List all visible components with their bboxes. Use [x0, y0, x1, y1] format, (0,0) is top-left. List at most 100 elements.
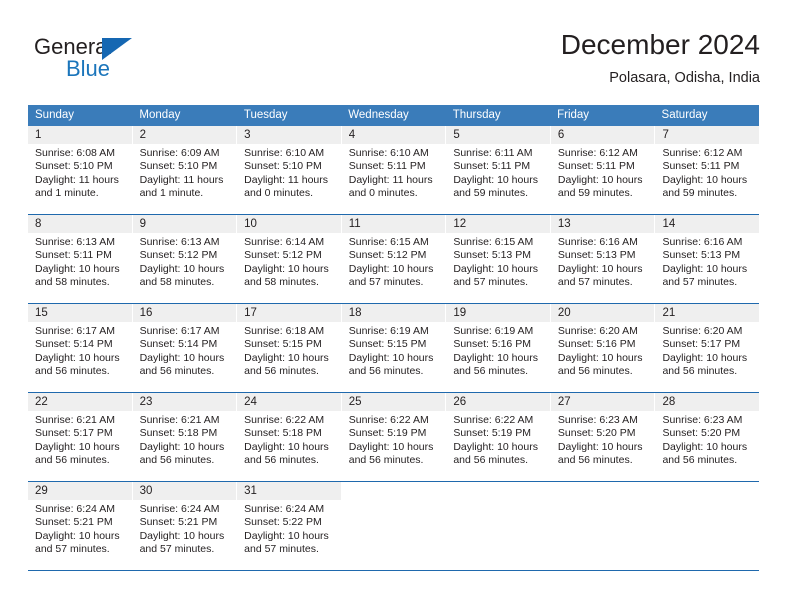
daylight-text-line1: Daylight: 10 hours	[244, 262, 329, 275]
day-info: Sunrise: 6:22 AM Sunset: 5:19 PM Daylight:…	[446, 411, 550, 468]
calendar-day-cell[interactable]: 23 Sunrise: 6:21 AM Sunset: 5:18 PM Dayligh…	[132, 393, 238, 481]
day-number-band: 11	[341, 215, 446, 233]
sunrise-text: Sunrise: 6:16 AM	[557, 236, 638, 248]
calendar-empty-cell	[342, 482, 447, 570]
sunset-text: Sunset: 5:20 PM	[557, 427, 636, 440]
calendar-day-cell[interactable]: 20 Sunrise: 6:20 AM Sunset: 5:16 PM Dayligh…	[550, 304, 656, 392]
generalblue-logo[interactable]: General Blue	[34, 34, 174, 86]
day-info	[551, 500, 655, 503]
calendar-day-cell[interactable]: 17 Sunrise: 6:18 AM Sunset: 5:15 PM Dayligh…	[237, 304, 342, 392]
day-number: 13	[557, 218, 571, 230]
daylight-text-line2: and 56 minutes.	[348, 365, 424, 378]
daylight-text-line2: and 56 minutes.	[348, 454, 424, 467]
sunrise-text: Sunrise: 6:23 AM	[557, 414, 638, 426]
sunset-text: Sunset: 5:11 PM	[348, 160, 426, 173]
daylight-text-line2: and 57 minutes.	[35, 543, 110, 556]
sunrise-text: Sunrise: 6:17 AM	[139, 325, 220, 337]
calendar-day-cell[interactable]: 3 Sunrise: 6:10 AM Sunset: 5:10 PM Daylight…	[237, 126, 342, 214]
sunset-text: Sunset: 5:12 PM	[348, 249, 427, 262]
day-info: Sunrise: 6:21 AM Sunset: 5:18 PM Daylight:…	[133, 411, 237, 468]
sunrise-text: Sunrise: 6:12 AM	[662, 147, 743, 159]
calendar-day-cell[interactable]: 8 Sunrise: 6:13 AM Sunset: 5:11 PM Daylight…	[28, 215, 133, 303]
calendar-page: General Blue December 2024 Polasara, Odi…	[0, 0, 792, 612]
daylight-text-line2: and 58 minutes.	[244, 276, 319, 289]
day-number: 24	[244, 396, 257, 408]
calendar-day-cell[interactable]: 27 Sunrise: 6:23 AM Sunset: 5:20 PM Dayligh…	[550, 393, 656, 481]
sunset-text: Sunset: 5:10 PM	[35, 160, 113, 173]
weekday-header-friday: Friday	[557, 109, 590, 121]
calendar-day-cell[interactable]: 4 Sunrise: 6:10 AM Sunset: 5:11 PM Daylight…	[341, 126, 447, 214]
calendar-day-cell[interactable]: 9 Sunrise: 6:13 AM Sunset: 5:12 PM Daylight…	[132, 215, 238, 303]
page-title: December 2024	[560, 29, 760, 60]
sunset-text: Sunset: 5:18 PM	[244, 427, 322, 440]
day-number: 28	[662, 396, 676, 408]
calendar-day-cell[interactable]: 1 Sunrise: 6:08 AM Sunset: 5:10 PM Daylight…	[28, 126, 133, 214]
day-number-band	[342, 482, 446, 500]
location-subtitle: Polasara, Odisha, India	[609, 70, 760, 86]
daylight-text-line1: Daylight: 10 hours	[557, 440, 643, 453]
calendar-day-cell[interactable]: 14 Sunrise: 6:16 AM Sunset: 5:13 PM Dayligh…	[655, 215, 760, 303]
calendar-day-cell[interactable]: 10 Sunrise: 6:14 AM Sunset: 5:12 PM Dayligh…	[237, 215, 342, 303]
day-number-band: 17	[237, 304, 341, 322]
calendar-day-cell[interactable]: 11 Sunrise: 6:15 AM Sunset: 5:12 PM Dayligh…	[341, 215, 447, 303]
day-info: Sunrise: 6:24 AM Sunset: 5:21 PM Daylight:…	[28, 500, 132, 557]
day-info: Sunrise: 6:19 AM Sunset: 5:16 PM Daylight:…	[446, 322, 550, 379]
day-info: Sunrise: 6:16 AM Sunset: 5:13 PM Daylight:…	[655, 233, 759, 290]
calendar-week-row: 15 Sunrise: 6:17 AM Sunset: 5:14 PM Dayligh…	[28, 303, 760, 392]
day-number-band: 21	[655, 304, 760, 322]
daylight-text-line2: and 56 minutes.	[139, 454, 215, 467]
day-info: Sunrise: 6:22 AM Sunset: 5:19 PM Daylight:…	[342, 411, 446, 468]
daylight-text-line1: Daylight: 11 hours	[139, 173, 224, 186]
sunset-text: Sunset: 5:16 PM	[557, 338, 636, 351]
calendar-day-cell[interactable]: 22 Sunrise: 6:21 AM Sunset: 5:17 PM Dayligh…	[28, 393, 133, 481]
calendar-week-cells: 29 Sunrise: 6:24 AM Sunset: 5:21 PM Dayligh…	[28, 482, 759, 570]
day-number-band: 22	[28, 393, 132, 411]
sunrise-text: Sunrise: 6:13 AM	[35, 236, 115, 248]
calendar-day-cell[interactable]: 13 Sunrise: 6:16 AM Sunset: 5:13 PM Dayligh…	[550, 215, 656, 303]
daylight-text-line2: and 56 minutes.	[662, 365, 738, 378]
day-info: Sunrise: 6:24 AM Sunset: 5:22 PM Daylight:…	[237, 500, 341, 557]
sunrise-text: Sunrise: 6:20 AM	[557, 325, 638, 337]
grid-bottom-rule	[28, 570, 759, 571]
sunset-text: Sunset: 5:10 PM	[244, 160, 322, 173]
calendar-day-cell[interactable]: 7 Sunrise: 6:12 AM Sunset: 5:11 PM Daylight…	[655, 126, 760, 214]
calendar-day-cell[interactable]: 29 Sunrise: 6:24 AM Sunset: 5:21 PM Dayligh…	[28, 482, 133, 570]
calendar-day-cell[interactable]: 12 Sunrise: 6:15 AM Sunset: 5:13 PM Dayligh…	[446, 215, 551, 303]
daylight-text-line1: Daylight: 10 hours	[244, 440, 329, 453]
calendar-day-cell[interactable]: 16 Sunrise: 6:17 AM Sunset: 5:14 PM Dayligh…	[132, 304, 238, 392]
calendar-day-cell[interactable]: 25 Sunrise: 6:22 AM Sunset: 5:19 PM Dayligh…	[341, 393, 447, 481]
calendar-day-cell[interactable]: 30 Sunrise: 6:24 AM Sunset: 5:21 PM Dayligh…	[132, 482, 238, 570]
day-info: Sunrise: 6:15 AM Sunset: 5:12 PM Daylight:…	[342, 233, 446, 290]
calendar-day-cell[interactable]: 26 Sunrise: 6:22 AM Sunset: 5:19 PM Dayligh…	[446, 393, 551, 481]
sunset-text: Sunset: 5:17 PM	[35, 427, 113, 440]
calendar-day-cell[interactable]: 18 Sunrise: 6:19 AM Sunset: 5:15 PM Dayligh…	[341, 304, 447, 392]
sunrise-text: Sunrise: 6:20 AM	[662, 325, 743, 337]
calendar-day-cell[interactable]: 31 Sunrise: 6:24 AM Sunset: 5:22 PM Dayligh…	[237, 482, 342, 570]
day-number-band: 15	[28, 304, 132, 322]
daylight-text-line1: Daylight: 10 hours	[139, 440, 225, 453]
calendar-day-cell[interactable]: 6 Sunrise: 6:12 AM Sunset: 5:11 PM Daylight…	[550, 126, 656, 214]
day-number: 10	[244, 218, 257, 230]
calendar-day-cell[interactable]: 21 Sunrise: 6:20 AM Sunset: 5:17 PM Dayligh…	[655, 304, 760, 392]
daylight-text-line2: and 57 minutes.	[662, 276, 738, 289]
calendar-day-cell[interactable]: 5 Sunrise: 6:11 AM Sunset: 5:11 PM Daylight…	[446, 126, 551, 214]
calendar-day-cell[interactable]: 15 Sunrise: 6:17 AM Sunset: 5:14 PM Dayligh…	[28, 304, 133, 392]
day-number: 21	[662, 307, 676, 319]
weekday-header-sunday: Sunday	[35, 109, 75, 121]
calendar-day-cell[interactable]: 19 Sunrise: 6:19 AM Sunset: 5:16 PM Dayligh…	[446, 304, 551, 392]
sunrise-text: Sunrise: 6:21 AM	[35, 414, 115, 426]
day-info: Sunrise: 6:11 AM Sunset: 5:11 PM Daylight:…	[446, 144, 550, 201]
day-info: Sunrise: 6:16 AM Sunset: 5:13 PM Daylight:…	[551, 233, 655, 290]
sunrise-text: Sunrise: 6:22 AM	[453, 414, 534, 426]
sunrise-text: Sunrise: 6:16 AM	[662, 236, 743, 248]
daylight-text-line1: Daylight: 10 hours	[662, 173, 748, 186]
sunrise-text: Sunrise: 6:24 AM	[244, 503, 325, 515]
daylight-text-line2: and 56 minutes.	[662, 454, 738, 467]
calendar-day-cell[interactable]: 28 Sunrise: 6:23 AM Sunset: 5:20 PM Dayligh…	[655, 393, 760, 481]
sunrise-text: Sunrise: 6:09 AM	[139, 147, 220, 159]
day-number: 1	[35, 129, 42, 141]
sunset-text: Sunset: 5:15 PM	[244, 338, 322, 351]
day-number-band: 19	[446, 304, 550, 322]
calendar-day-cell[interactable]: 24 Sunrise: 6:22 AM Sunset: 5:18 PM Dayligh…	[237, 393, 342, 481]
calendar-day-cell[interactable]: 2 Sunrise: 6:09 AM Sunset: 5:10 PM Daylight…	[132, 126, 238, 214]
